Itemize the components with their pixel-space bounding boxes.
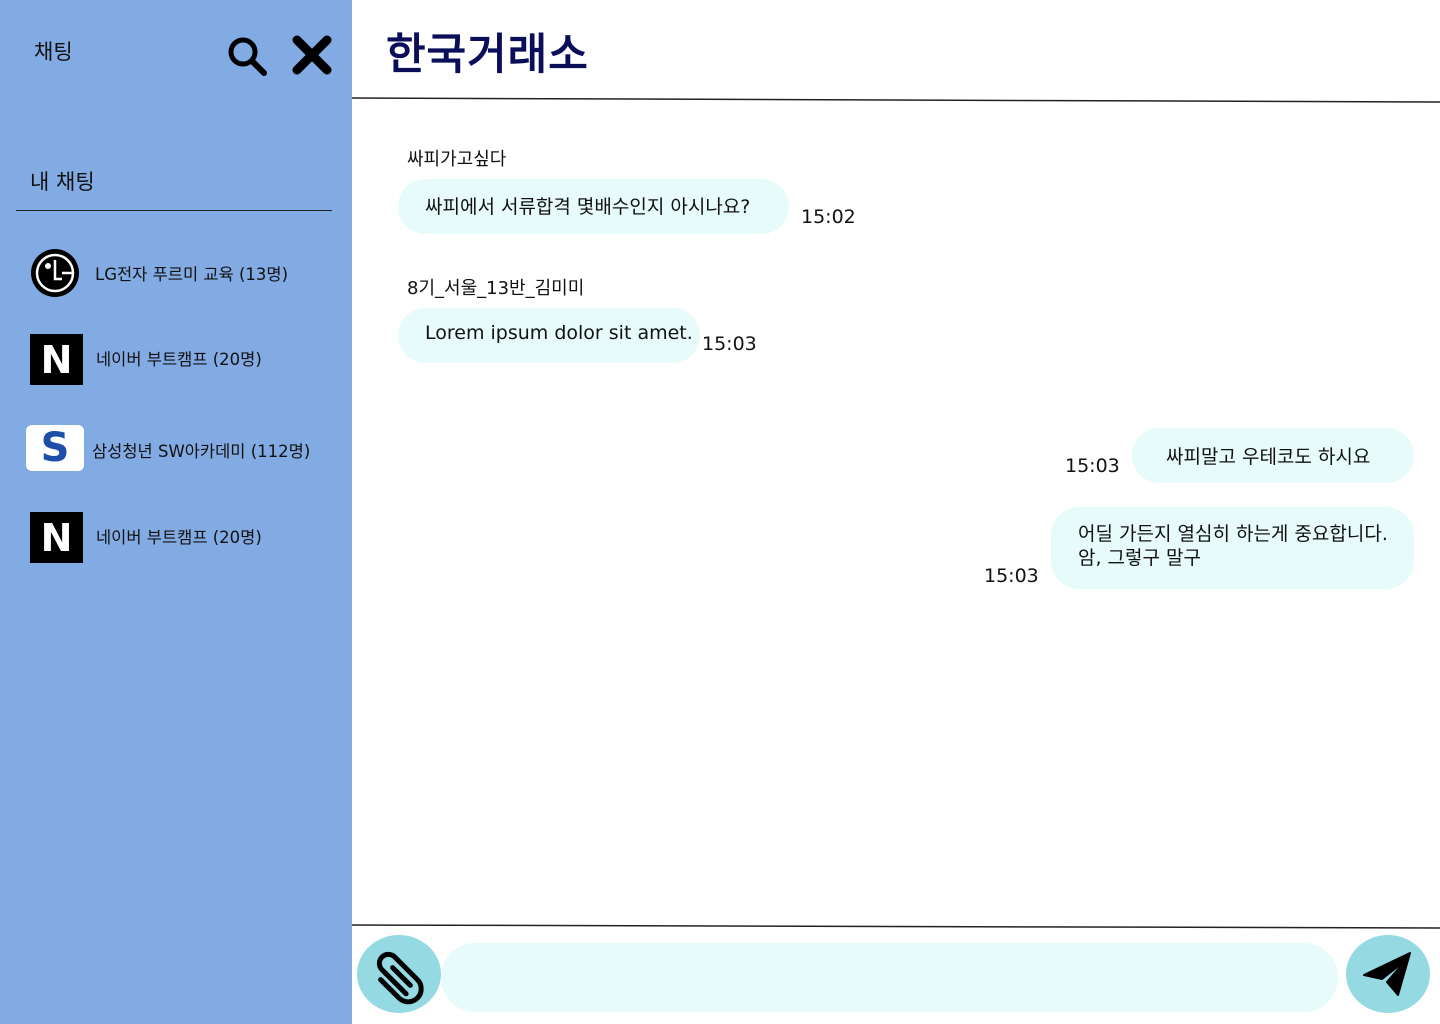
close-button[interactable]: [290, 33, 334, 77]
message-time: 15:02: [801, 206, 856, 228]
paperclip-icon: [376, 951, 424, 1005]
message-time: 15:03: [702, 333, 757, 355]
close-icon: [292, 35, 332, 75]
message-sender: 8기_서울_13반_김미미: [407, 278, 585, 299]
message-time: 15:03: [1065, 455, 1120, 477]
composer-divider: [352, 924, 1440, 929]
samsung-s-logo: S: [26, 425, 84, 471]
section-divider: [16, 210, 332, 211]
chat-room-name: 삼성청년 SW아카데미 (112명): [92, 442, 311, 461]
sidebar-title: 채팅: [34, 40, 73, 64]
message-sender: 싸피가고싶다: [407, 149, 507, 170]
header-divider: [352, 97, 1440, 103]
chat-room-name: LG전자 푸르미 교육 (13명): [95, 265, 289, 284]
paper-plane-icon: [1363, 952, 1411, 996]
naver-logo: N: [30, 334, 83, 385]
message-bubble: 싸피에서 서류합격 몇배수인지 아시나요?: [398, 179, 789, 234]
chat-room-item[interactable]: S 삼성청년 SW아카데미 (112명): [0, 420, 352, 480]
search-icon: [228, 37, 267, 76]
search-button[interactable]: [226, 35, 268, 77]
chat-room-item[interactable]: LG전자 푸르미 교육 (13명): [0, 243, 352, 303]
chat-room-item[interactable]: N 네이버 부트캠프 (20명): [0, 508, 352, 568]
chat-room-name: 네이버 부트캠프 (20명): [96, 350, 262, 369]
message-time: 15:03: [984, 565, 1039, 587]
chat-room-name: 네이버 부트캠프 (20명): [96, 528, 262, 547]
lg-logo: [29, 248, 81, 298]
chat-room-title: 한국거래소: [386, 30, 589, 80]
message-bubble: Lorem ipsum dolor sit amet.: [398, 308, 700, 363]
send-button[interactable]: [1346, 935, 1430, 1013]
message-bubble: 싸피말고 우테코도 하시요: [1132, 428, 1414, 483]
message-bubble: 어딜 가든지 열심히 하는게 중요합니다. 암, 그렇구 말구: [1051, 507, 1414, 589]
attach-button[interactable]: [357, 935, 441, 1013]
my-chats-heading: 내 채팅: [30, 170, 95, 194]
message-line: 암, 그렇구 말구: [1078, 547, 1201, 569]
chat-room-item[interactable]: N 네이버 부트캠프 (20명): [0, 330, 352, 390]
naver-logo: N: [30, 512, 83, 563]
chat-sidebar: 채팅 내 채팅 LG전자 푸르미 교육 (13명) N 네이버 부트캠프 (20…: [0, 0, 352, 1024]
message-input[interactable]: [441, 943, 1338, 1012]
message-line: 어딜 가든지 열심히 하는게 중요합니다.: [1078, 523, 1388, 545]
